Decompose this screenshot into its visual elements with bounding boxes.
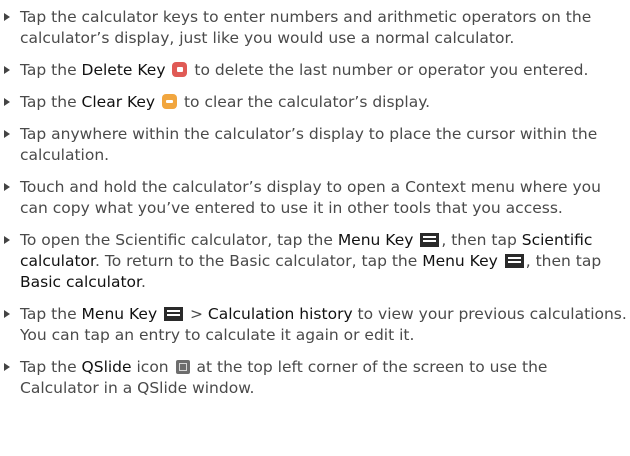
clear-key-label: Clear Key — [81, 93, 156, 111]
instruction-list: Tap the calculator keys to enter numbers… — [0, 7, 630, 410]
item-text: , then tap — [441, 231, 522, 249]
menu-key-icon — [164, 307, 184, 321]
menu-key-icon — [420, 233, 440, 247]
item-text: to clear the calculator’s display. — [179, 93, 431, 111]
qslide-label: QSlide — [81, 358, 132, 376]
item-text: Tap the — [20, 61, 82, 79]
bullet-arrow-icon — [4, 236, 10, 244]
list-item: Tap the Clear Key to clear the calculato… — [0, 92, 630, 113]
item-text: Tap anywhere within the calculator’s dis… — [20, 125, 598, 164]
bullet-arrow-icon — [4, 130, 10, 138]
list-item: To open the Scientific calculator, tap t… — [0, 230, 630, 293]
bullet-arrow-icon — [4, 310, 10, 318]
item-text: Touch and hold the calculator’s display … — [20, 178, 601, 217]
list-item: Tap anywhere within the calculator’s dis… — [0, 124, 630, 166]
item-text: to delete the last number or operator yo… — [189, 61, 589, 79]
bullet-arrow-icon — [4, 183, 10, 191]
list-item: Tap the Menu Key > Calculation history t… — [0, 304, 630, 346]
delete-key-label: Delete Key — [81, 61, 166, 79]
item-text: Tap the — [20, 358, 82, 376]
bullet-arrow-icon — [4, 98, 10, 106]
clear-key-icon — [162, 94, 178, 109]
bullet-arrow-icon — [4, 363, 10, 371]
list-item: Tap the calculator keys to enter numbers… — [0, 7, 630, 49]
menu-key-label: Menu Key — [337, 231, 414, 249]
item-text: Tap the — [20, 305, 82, 323]
item-text: Tap the calculator keys to enter numbers… — [20, 8, 592, 47]
bullet-arrow-icon — [4, 66, 10, 74]
bullet-arrow-icon — [4, 13, 10, 21]
qslide-icon — [175, 360, 190, 374]
menu-key-label: Menu Key — [81, 305, 158, 323]
list-item: Tap the QSlide icon at the top left corn… — [0, 357, 630, 399]
calculation-history-label: Calculation history — [207, 305, 353, 323]
delete-key-icon — [172, 62, 188, 77]
menu-key-label: Menu Key — [422, 252, 498, 270]
item-text: icon — [131, 358, 174, 376]
item-text: Tap the — [20, 93, 82, 111]
item-text: > — [185, 305, 208, 323]
list-item: Tap the Delete Key to delete the last nu… — [0, 60, 630, 81]
menu-key-icon — [504, 254, 524, 268]
list-item: Touch and hold the calculator’s display … — [0, 177, 630, 219]
item-text: , then tap — [525, 252, 602, 270]
basic-calculator-label: Basic calculator — [20, 273, 141, 291]
item-text: . — [140, 273, 146, 291]
item-text: . To return to the Basic calculator, tap… — [95, 252, 423, 270]
item-text: To open the Scientific calculator, tap t… — [20, 231, 338, 249]
